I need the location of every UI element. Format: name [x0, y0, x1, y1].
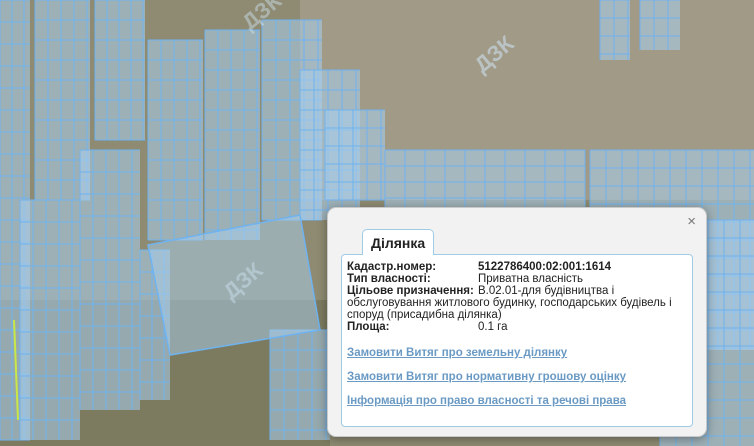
purpose-value-rest: обслуговування житлового будинку, господ…	[347, 297, 672, 321]
ownership-value: Приватна власність	[478, 273, 584, 285]
purpose-label: Цільове призначення:	[347, 285, 474, 297]
parcel-block[interactable]	[270, 330, 330, 440]
close-icon[interactable]: ×	[687, 214, 696, 230]
area-row: Площа: 0.1 га	[347, 321, 686, 333]
parcel-details-panel: Кадастр.номер: 5122786400:02:001:1614 Ти…	[341, 254, 693, 427]
purpose-row: Цільове призначення: В.02.01-для будівни…	[347, 285, 686, 297]
parcel-info-popup: × Ділянка Кадастр.номер: 5122786400:02:0…	[327, 207, 707, 437]
actions-list: Замовити Витяг про земельну ділянку Замо…	[347, 347, 686, 407]
cadastral-row: Кадастр.номер: 5122786400:02:001:1614	[347, 261, 686, 273]
ownership-rights-info-link[interactable]: Інформація про право власності та речові…	[347, 395, 686, 407]
ownership-row: Тип власності: Приватна власність	[347, 273, 686, 285]
parcel-block[interactable]	[20, 200, 80, 440]
parcel-block[interactable]	[600, 0, 630, 60]
ownership-label: Тип власності:	[347, 273, 431, 285]
parcel-block[interactable]	[205, 30, 260, 240]
purpose-value-line1: В.02.01-для будівництва і	[478, 285, 615, 297]
parcel-block[interactable]	[80, 150, 140, 410]
parcel-block[interactable]	[95, 0, 145, 140]
area-label: Площа:	[347, 321, 390, 333]
cadastral-value: 5122786400:02:001:1614	[478, 261, 612, 273]
tab-parcel[interactable]: Ділянка	[362, 229, 435, 255]
parcel-block[interactable]	[640, 0, 680, 50]
area-value: 0.1 га	[478, 321, 508, 333]
cadastral-label: Кадастр.номер:	[347, 261, 437, 273]
order-parcel-extract-link[interactable]: Замовити Витяг про земельну ділянку	[347, 347, 686, 359]
order-valuation-extract-link[interactable]: Замовити Витяг про нормативну грошову оц…	[347, 371, 686, 383]
parcel-block[interactable]	[325, 110, 385, 200]
